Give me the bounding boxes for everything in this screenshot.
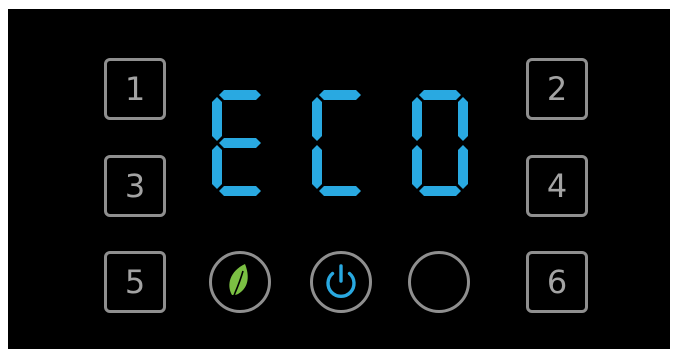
digit-3-segment-a: [419, 90, 461, 100]
digit-1-segment-a: [219, 90, 261, 100]
key-5-button[interactable]: 5: [104, 251, 166, 313]
blank-round-button[interactable]: [408, 251, 470, 313]
key-1-button[interactable]: 1: [104, 58, 166, 120]
key-3-label: 3: [124, 167, 146, 205]
key-6-button[interactable]: 6: [526, 251, 588, 313]
digit-1: [212, 90, 261, 196]
digit-2-segment-e: [312, 145, 322, 189]
key-3-button[interactable]: 3: [104, 155, 166, 217]
digit-3-segment-d: [419, 186, 461, 196]
digit-3-segment-b: [458, 97, 468, 141]
leaf-icon: [229, 264, 248, 299]
power-button[interactable]: [310, 251, 372, 313]
digit-1-segment-d: [219, 186, 261, 196]
key-2-button[interactable]: 2: [526, 58, 588, 120]
control-panel: 1 3 5 2 4 6 ECO: [8, 9, 670, 349]
digit-3-segment-c: [458, 145, 468, 189]
digit-3-segment-f: [412, 97, 422, 141]
display-segments: [212, 90, 468, 196]
digit-3-segment-e: [412, 145, 422, 189]
seven-segment-display: ECO: [203, 87, 485, 199]
digit-2-segment-a: [319, 90, 361, 100]
key-2-label: 2: [546, 70, 568, 108]
power-icon: [326, 264, 356, 299]
digit-2-segment-f: [312, 97, 322, 141]
key-6-label: 6: [546, 263, 568, 301]
key-4-label: 4: [546, 167, 568, 205]
digit-1-segment-g: [219, 138, 261, 148]
digit-1-segment-e: [212, 145, 222, 189]
digit-2: [312, 90, 361, 196]
eco-mode-button[interactable]: [209, 251, 271, 313]
key-4-button[interactable]: 4: [526, 155, 588, 217]
digit-2-segment-d: [319, 186, 361, 196]
key-1-label: 1: [124, 70, 146, 108]
digit-3: [412, 90, 468, 196]
digit-1-segment-f: [212, 97, 222, 141]
key-5-label: 5: [124, 263, 146, 301]
